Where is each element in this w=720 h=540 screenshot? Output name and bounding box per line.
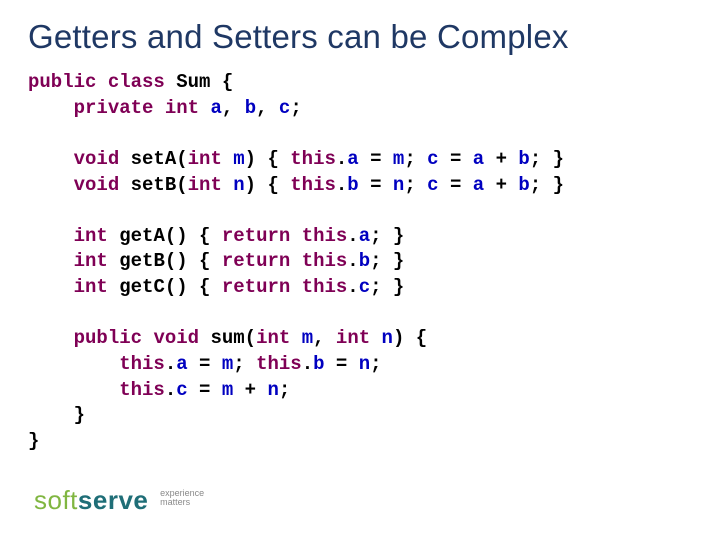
code-block: public class Sum { private int a, b, c; … bbox=[28, 70, 692, 455]
kw-public: public bbox=[28, 71, 96, 93]
slide: Getters and Setters can be Complex publi… bbox=[0, 0, 720, 540]
method-setB: setB bbox=[131, 174, 177, 196]
logo-serve: serve bbox=[78, 485, 148, 515]
kw-class: class bbox=[108, 71, 165, 93]
method-getC: getC bbox=[119, 276, 165, 298]
logo-tag-line2: matters bbox=[160, 497, 190, 507]
kw-private: private bbox=[74, 97, 154, 119]
kw-void: void bbox=[74, 148, 120, 170]
logo-tagline: experience matters bbox=[160, 489, 204, 508]
slide-title: Getters and Setters can be Complex bbox=[28, 18, 692, 56]
method-getB: getB bbox=[119, 250, 165, 272]
method-getA: getA bbox=[119, 225, 165, 247]
logo-text: softserve bbox=[34, 485, 156, 515]
field-c: c bbox=[279, 97, 290, 119]
logo-soft: soft bbox=[34, 485, 78, 515]
logo: softserve experience matters bbox=[34, 485, 204, 516]
class-name: Sum bbox=[176, 71, 210, 93]
field-a: a bbox=[210, 97, 221, 119]
method-setA: setA bbox=[131, 148, 177, 170]
field-b: b bbox=[245, 97, 256, 119]
kw-int: int bbox=[165, 97, 199, 119]
method-sum: sum bbox=[210, 327, 244, 349]
